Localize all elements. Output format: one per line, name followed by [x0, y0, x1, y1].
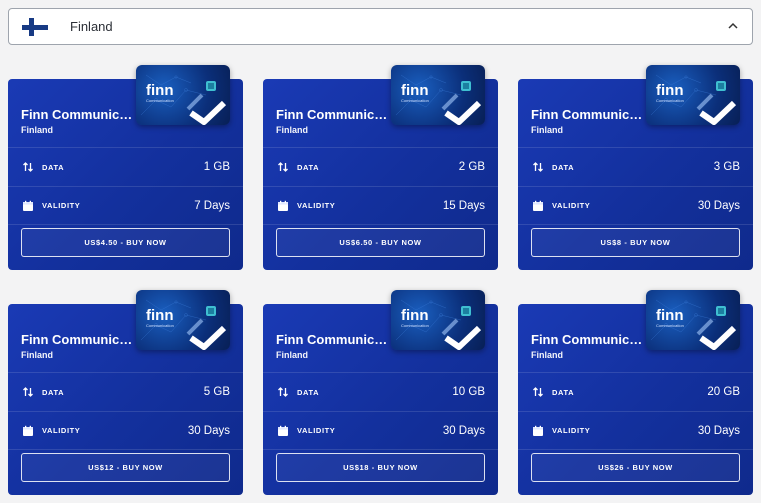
validity-label: VALIDITY: [297, 201, 336, 210]
validity-row: VALIDITY 30 Days: [518, 411, 753, 450]
plan-country: Finland: [21, 350, 53, 360]
validity-row: VALIDITY 7 Days: [8, 186, 243, 225]
validity-value: 30 Days: [697, 199, 740, 212]
validity-label: VALIDITY: [42, 426, 81, 435]
buy-now-button[interactable]: US$8 - BUY NOW: [531, 228, 740, 257]
sim-card-image: finn Communication: [646, 290, 740, 350]
sim-logo: finn: [656, 307, 684, 324]
validity-value: 30 Days: [697, 424, 740, 437]
validity-label: VALIDITY: [552, 201, 591, 210]
data-arrows-icon: [531, 385, 545, 399]
chevron-up-icon[interactable]: [724, 17, 742, 35]
plan-operator-name: Finn Communications: [531, 107, 646, 122]
calendar-icon: [21, 199, 35, 213]
plan-card: Finn Communications Finland DATA 1 GB VA…: [8, 65, 243, 270]
plan-country: Finland: [531, 125, 563, 135]
plan-country: Finland: [276, 125, 308, 135]
data-arrows-icon: [21, 385, 35, 399]
plan-operator-name: Finn Communications: [276, 107, 391, 122]
sim-logo: finn: [401, 307, 429, 324]
data-value: 20 GB: [707, 386, 740, 398]
data-row: DATA 10 GB: [263, 372, 498, 411]
plan-card: Finn Communications Finland DATA 2 GB VA…: [263, 65, 498, 270]
validity-value: 15 Days: [442, 199, 485, 212]
data-row: DATA 3 GB: [518, 147, 753, 186]
plan-country: Finland: [276, 350, 308, 360]
validity-row: VALIDITY 30 Days: [518, 186, 753, 225]
plan-card: Finn Communications Finland DATA 5 GB VA…: [8, 290, 243, 495]
validity-row: VALIDITY 30 Days: [8, 411, 243, 450]
plan-operator-name: Finn Communications: [21, 107, 136, 122]
plan-operator-name: Finn Communications: [276, 332, 391, 347]
data-label: DATA: [297, 162, 320, 172]
data-label: DATA: [297, 387, 320, 397]
data-row: DATA 2 GB: [263, 147, 498, 186]
validity-value: 7 Days: [194, 199, 230, 212]
sim-card-image: finn Communication: [391, 65, 485, 125]
calendar-icon: [276, 199, 290, 213]
sim-card-image: finn Communication: [136, 65, 230, 125]
calendar-icon: [531, 199, 545, 213]
sim-logo: finn: [146, 307, 174, 324]
data-arrows-icon: [531, 160, 545, 174]
data-value: 10 GB: [452, 386, 485, 398]
buy-now-button[interactable]: US$4.50 - BUY NOW: [21, 228, 230, 257]
data-value: 1 GB: [203, 161, 230, 173]
sim-logo-sub: Communication: [146, 98, 174, 103]
sim-logo-sub: Communication: [401, 98, 429, 103]
country-selector-label: Finland: [70, 19, 113, 34]
data-label: DATA: [42, 387, 65, 397]
sim-card-image: finn Communication: [136, 290, 230, 350]
validity-label: VALIDITY: [297, 426, 336, 435]
validity-value: 30 Days: [187, 424, 230, 437]
validity-value: 30 Days: [442, 424, 485, 437]
sim-logo-sub: Communication: [656, 98, 684, 103]
sim-card-image: finn Communication: [646, 65, 740, 125]
data-row: DATA 20 GB: [518, 372, 753, 411]
sim-logo: finn: [401, 82, 429, 99]
plan-country: Finland: [531, 350, 563, 360]
sim-logo-sub: Communication: [656, 323, 684, 328]
buy-now-button[interactable]: US$6.50 - BUY NOW: [276, 228, 485, 257]
calendar-icon: [276, 424, 290, 438]
validity-label: VALIDITY: [552, 426, 591, 435]
data-label: DATA: [42, 162, 65, 172]
plan-card: Finn Communications Finland DATA 3 GB VA…: [518, 65, 753, 270]
sim-logo-sub: Communication: [401, 323, 429, 328]
buy-now-button[interactable]: US$12 - BUY NOW: [21, 453, 230, 482]
data-row: DATA 5 GB: [8, 372, 243, 411]
sim-logo-sub: Communication: [146, 323, 174, 328]
sim-card-image: finn Communication: [391, 290, 485, 350]
data-label: DATA: [552, 162, 575, 172]
calendar-icon: [21, 424, 35, 438]
data-row: DATA 1 GB: [8, 147, 243, 186]
plan-operator-name: Finn Communications: [21, 332, 136, 347]
data-label: DATA: [552, 387, 575, 397]
plan-operator-name: Finn Communications: [531, 332, 646, 347]
buy-now-button[interactable]: US$26 - BUY NOW: [531, 453, 740, 482]
data-value: 2 GB: [458, 161, 485, 173]
country-selector[interactable]: Finland: [8, 8, 753, 45]
sim-logo: finn: [146, 82, 174, 99]
sim-logo: finn: [656, 82, 684, 99]
plan-country: Finland: [21, 125, 53, 135]
finland-flag-icon: [22, 17, 48, 36]
calendar-icon: [531, 424, 545, 438]
validity-row: VALIDITY 30 Days: [263, 411, 498, 450]
validity-label: VALIDITY: [42, 201, 81, 210]
plan-card: Finn Communications Finland DATA 10 GB V…: [263, 290, 498, 495]
plan-card: Finn Communications Finland DATA 20 GB V…: [518, 290, 753, 495]
data-value: 5 GB: [203, 386, 230, 398]
validity-row: VALIDITY 15 Days: [263, 186, 498, 225]
data-arrows-icon: [21, 160, 35, 174]
data-arrows-icon: [276, 160, 290, 174]
buy-now-button[interactable]: US$18 - BUY NOW: [276, 453, 485, 482]
page: Finland Finn Communications Finland DATA…: [0, 0, 761, 503]
data-arrows-icon: [276, 385, 290, 399]
data-value: 3 GB: [713, 161, 740, 173]
